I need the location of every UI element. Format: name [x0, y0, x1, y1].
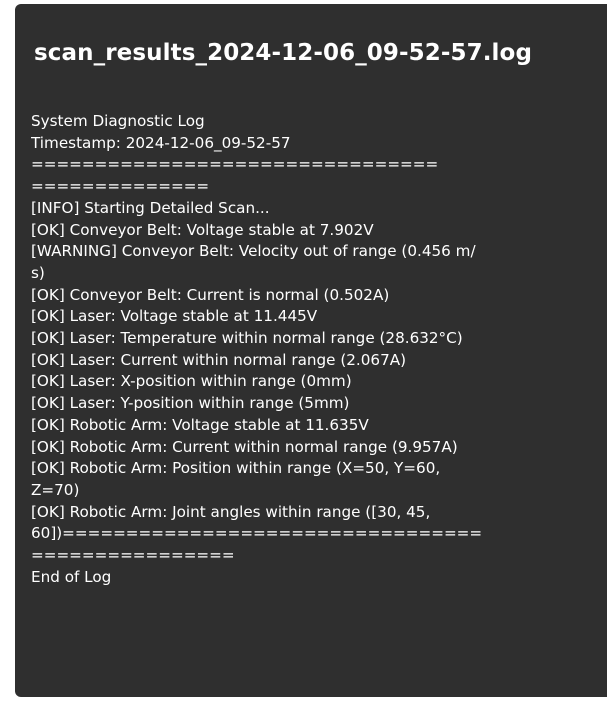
log-ok-line-continued: Z=70): [31, 480, 80, 499]
log-ok-line: [OK] Robotic Arm: Current within normal …: [31, 437, 458, 456]
log-ok-line: [OK] Laser: Voltage stable at 11.445V: [31, 307, 318, 326]
log-viewer-window: scan_results_2024-12-06_09-52-57.log Sys…: [15, 4, 607, 697]
log-ok-line: [OK] Laser: Temperature within normal ra…: [31, 329, 463, 348]
log-warning-line: [WARNING] Conveyor Belt: Velocity out of…: [31, 242, 476, 261]
screen: scan_results_2024-12-06_09-52-57.log Sys…: [0, 0, 607, 701]
log-warning-line-continued: s): [31, 263, 45, 282]
log-footer-line: End of Log: [31, 567, 112, 586]
log-separator-line: ==============: [31, 177, 210, 196]
log-content[interactable]: System Diagnostic Log Timestamp: 2024-12…: [31, 111, 607, 588]
log-ok-line: [OK] Robotic Arm: Voltage stable at 11.6…: [31, 415, 369, 434]
log-header-line: System Diagnostic Log: [31, 112, 205, 130]
log-ok-line: [OK] Laser: Current within normal range …: [31, 350, 407, 369]
log-separator-line: ================: [31, 546, 235, 565]
log-separator-line: ================================: [31, 155, 439, 174]
log-timestamp-line: Timestamp: 2024-12-06_09-52-57: [31, 133, 291, 152]
log-ok-line: [OK] Laser: X-position within range (0mm…: [31, 372, 352, 391]
log-ok-line-continued: 60])=================================: [31, 524, 483, 543]
log-ok-line: [OK] Robotic Arm: Joint angles within ra…: [31, 502, 431, 521]
log-ok-line: [OK] Robotic Arm: Position within range …: [31, 459, 441, 478]
log-ok-line: [OK] Laser: Y-position within range (5mm…: [31, 394, 350, 413]
log-ok-line: [OK] Conveyor Belt: Current is normal (0…: [31, 285, 390, 304]
file-title: scan_results_2024-12-06_09-52-57.log: [34, 40, 533, 66]
log-ok-line: [OK] Conveyor Belt: Voltage stable at 7.…: [31, 220, 374, 239]
log-info-line: [INFO] Starting Detailed Scan...: [31, 198, 270, 217]
